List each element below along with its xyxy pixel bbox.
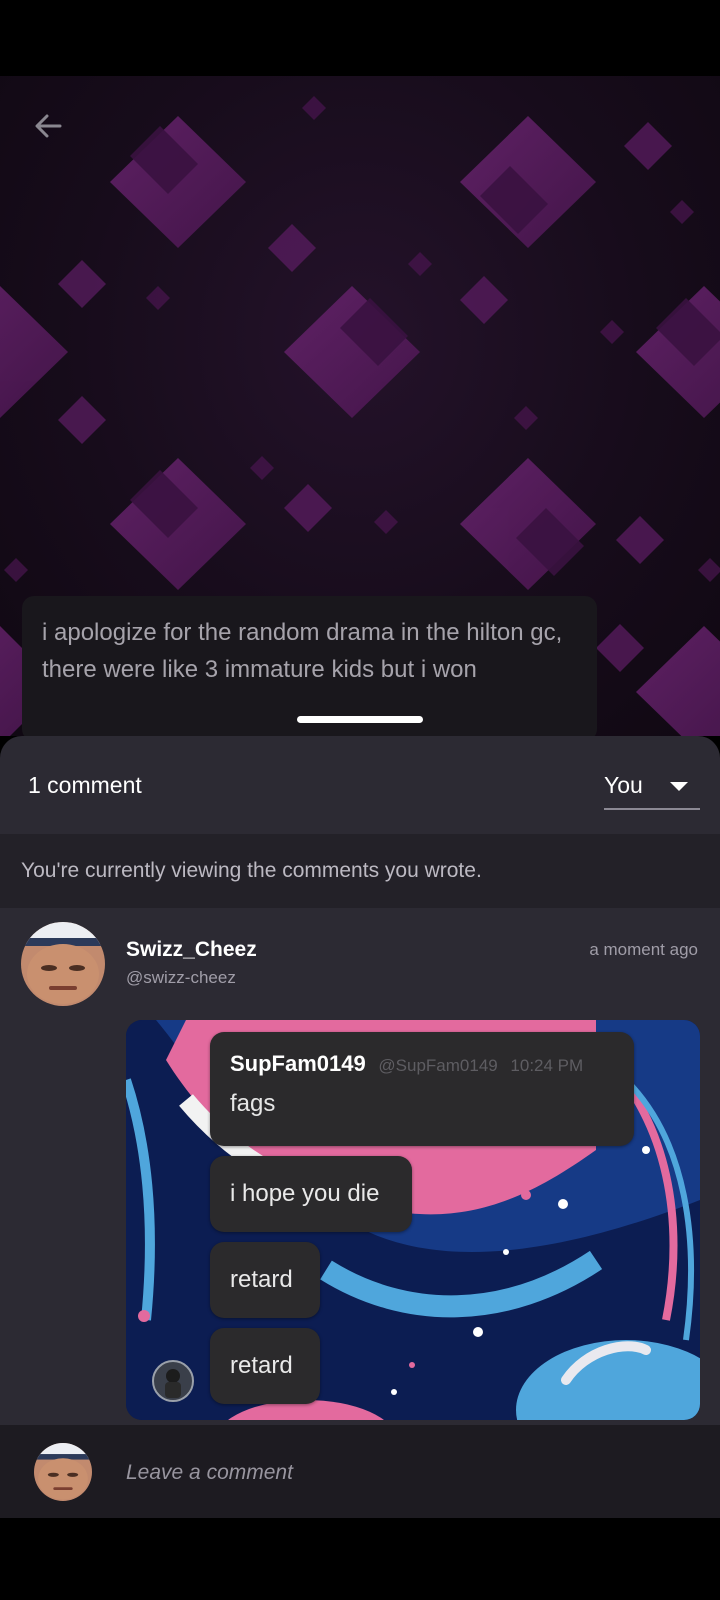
avatar — [34, 1443, 92, 1501]
filter-notice-text: You're currently viewing the comments yo… — [21, 859, 482, 882]
chat-bubble: retard — [210, 1328, 320, 1404]
back-button[interactable] — [28, 106, 68, 146]
comment-count: 1 comment — [28, 772, 142, 798]
chat-bubble: SupFam0149 @SupFam0149 10:24 PM fags — [210, 1032, 634, 1146]
navigation-bar — [0, 1518, 720, 1600]
filter-notice: You're currently viewing the comments yo… — [0, 834, 720, 908]
avatar-image — [21, 922, 105, 1006]
arrow-left-icon — [35, 114, 62, 138]
comments-header: 1 comment You — [0, 736, 720, 834]
chat-message: i hope you die — [230, 1180, 380, 1207]
comment-composer — [0, 1425, 720, 1518]
avatar[interactable] — [21, 922, 105, 1006]
post-caption-text: i apologize for the random drama in the … — [42, 619, 563, 683]
screen: i apologize for the random drama in the … — [0, 0, 720, 1600]
sheet-drag-handle[interactable] — [297, 716, 423, 723]
chat-message: retard — [230, 1266, 293, 1293]
comment-image-attachment[interactable]: SupFam0149 @SupFam0149 10:24 PM fags i h… — [126, 1020, 700, 1420]
comment-filter-dropdown[interactable]: You — [604, 766, 700, 810]
chat-time: 10:24 PM — [510, 1056, 584, 1075]
chat-bubble: retard — [210, 1242, 320, 1318]
filter-selected-value: You — [604, 772, 643, 798]
comment-author[interactable]: Swizz_Cheez — [126, 938, 257, 962]
post-hero: i apologize for the random drama in the … — [0, 76, 720, 736]
chat-username: SupFam0149 — [230, 1051, 366, 1076]
chat-message: retard — [230, 1352, 293, 1379]
status-bar — [0, 0, 720, 76]
chat-message: fags — [230, 1090, 276, 1117]
comment-input[interactable] — [126, 1455, 686, 1491]
caret-down-icon — [670, 782, 688, 791]
post-caption-card: i apologize for the random drama in the … — [22, 596, 597, 736]
comment-item: Swizz_Cheez @swizz-cheez a moment ago Su… — [0, 908, 720, 1425]
chat-avatar — [152, 1360, 194, 1402]
chat-bubble: i hope you die — [210, 1156, 412, 1232]
avatar-image — [34, 1443, 92, 1501]
comment-handle: @swizz-cheez — [126, 968, 236, 987]
chat-handle: @SupFam0149 — [378, 1056, 498, 1075]
comment-timestamp: a moment ago — [589, 940, 698, 959]
